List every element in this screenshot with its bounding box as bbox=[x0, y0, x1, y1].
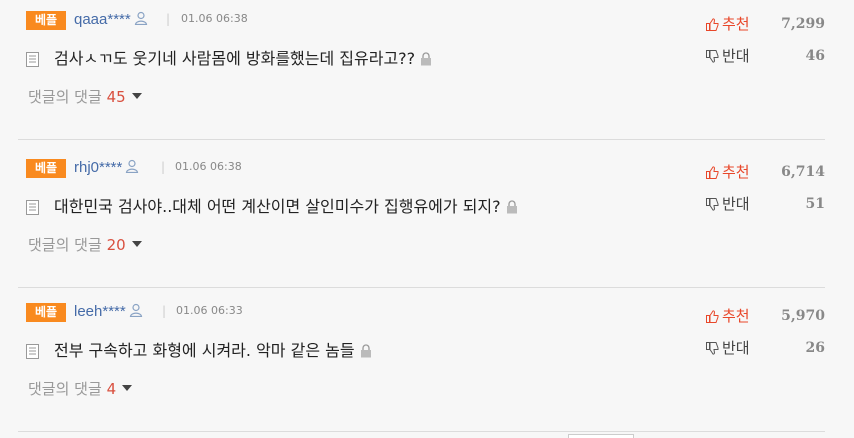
thumbs-up-icon[interactable] bbox=[706, 310, 719, 323]
caret-down-icon[interactable] bbox=[122, 385, 133, 391]
thumbs-down-icon[interactable] bbox=[706, 50, 719, 63]
comment-item: 베플 qaaa**** | 01.06 06:38 검사ㅅㄲ도 웃기네 사람몸에… bbox=[18, 0, 825, 140]
comment-item: 베플 leeh**** | 01.06 06:33 전부 구속하고 화형에 시켜… bbox=[18, 292, 825, 432]
oppose-button[interactable]: 반대 bbox=[706, 46, 750, 66]
thumbs-down-icon[interactable] bbox=[706, 198, 719, 211]
doc-icon bbox=[26, 200, 39, 215]
recommend-label[interactable]: 추천 bbox=[722, 307, 750, 325]
oppose-button[interactable]: 반대 bbox=[706, 338, 750, 358]
username-link[interactable]: leeh**** bbox=[74, 303, 143, 321]
caret-down-icon[interactable] bbox=[131, 93, 142, 99]
comment-body: 검사ㅅㄲ도 웃기네 사람몸에 방화를했는데 집유라고?? bbox=[54, 49, 416, 68]
oppose-count: 46 bbox=[805, 48, 825, 64]
recommend-button[interactable]: 추천 bbox=[706, 306, 750, 326]
separator: | bbox=[166, 12, 171, 26]
oppose-label[interactable]: 반대 bbox=[722, 47, 750, 65]
replies-toggle[interactable]: 댓글의 댓글 4 bbox=[28, 379, 133, 399]
separator: | bbox=[162, 304, 167, 318]
comment-time: 01.06 06:38 bbox=[175, 160, 242, 173]
replies-count[interactable]: 4 bbox=[107, 380, 117, 398]
user-icon bbox=[134, 11, 147, 25]
oppose-label[interactable]: 반대 bbox=[722, 195, 750, 213]
username[interactable]: qaaa**** bbox=[74, 11, 131, 28]
best-badge: 베플 bbox=[26, 303, 66, 322]
comment-time: 01.06 06:38 bbox=[181, 12, 248, 25]
comment-time: 01.06 06:33 bbox=[176, 304, 243, 317]
replies-toggle[interactable]: 댓글의 댓글 20 bbox=[28, 235, 142, 255]
replies-count[interactable]: 20 bbox=[107, 236, 126, 254]
comment-text: 전부 구속하고 화형에 시켜라. 악마 같은 놈들 bbox=[54, 340, 372, 362]
replies-label[interactable]: 댓글의 댓글 bbox=[28, 88, 102, 106]
comment-body: 대한민국 검사야..대체 어떤 계산이면 살인미수가 집행유에가 되지? bbox=[54, 197, 501, 216]
oppose-label[interactable]: 반대 bbox=[722, 339, 750, 357]
recommend-count: 6,714 bbox=[781, 164, 825, 180]
recommend-count: 7,299 bbox=[781, 16, 825, 32]
caret-down-icon[interactable] bbox=[131, 241, 142, 247]
recommend-button[interactable]: 추천 bbox=[706, 14, 750, 34]
doc-icon bbox=[26, 344, 39, 359]
recommend-button[interactable]: 추천 bbox=[706, 162, 750, 182]
username-link[interactable]: rhj0**** bbox=[74, 159, 139, 177]
replies-label[interactable]: 댓글의 댓글 bbox=[28, 236, 102, 254]
best-badge: 베플 bbox=[26, 11, 66, 30]
thumbs-up-icon[interactable] bbox=[706, 166, 719, 179]
comment-item: 베플 rhj0**** | 01.06 06:38 대한민국 검사야..대체 어… bbox=[18, 148, 825, 288]
recommend-count: 5,970 bbox=[781, 308, 825, 324]
recommend-label[interactable]: 추천 bbox=[722, 15, 750, 33]
best-badge: 베플 bbox=[26, 159, 66, 178]
replies-toggle[interactable]: 댓글의 댓글 45 bbox=[28, 87, 142, 107]
more-button[interactable] bbox=[568, 434, 634, 438]
comment-text: 검사ㅅㄲ도 웃기네 사람몸에 방화를했는데 집유라고?? bbox=[54, 48, 432, 70]
comment-text: 대한민국 검사야..대체 어떤 계산이면 살인미수가 집행유에가 되지? bbox=[54, 196, 518, 218]
replies-count[interactable]: 45 bbox=[107, 88, 126, 106]
oppose-button[interactable]: 반대 bbox=[706, 194, 750, 214]
username[interactable]: leeh**** bbox=[74, 303, 126, 320]
recommend-label[interactable]: 추천 bbox=[722, 163, 750, 181]
oppose-count: 51 bbox=[805, 196, 825, 212]
thumbs-down-icon[interactable] bbox=[706, 342, 719, 355]
lock-icon[interactable] bbox=[360, 344, 372, 358]
lock-icon[interactable] bbox=[420, 52, 432, 66]
oppose-count: 26 bbox=[805, 340, 825, 356]
replies-label[interactable]: 댓글의 댓글 bbox=[28, 380, 102, 398]
user-icon bbox=[126, 159, 139, 173]
lock-icon[interactable] bbox=[506, 200, 518, 214]
username[interactable]: rhj0**** bbox=[74, 159, 122, 176]
separator: | bbox=[161, 160, 166, 174]
doc-icon bbox=[26, 52, 39, 67]
thumbs-up-icon[interactable] bbox=[706, 18, 719, 31]
user-icon bbox=[129, 303, 142, 317]
comment-body: 전부 구속하고 화형에 시켜라. 악마 같은 놈들 bbox=[54, 341, 355, 360]
username-link[interactable]: qaaa**** bbox=[74, 11, 148, 29]
